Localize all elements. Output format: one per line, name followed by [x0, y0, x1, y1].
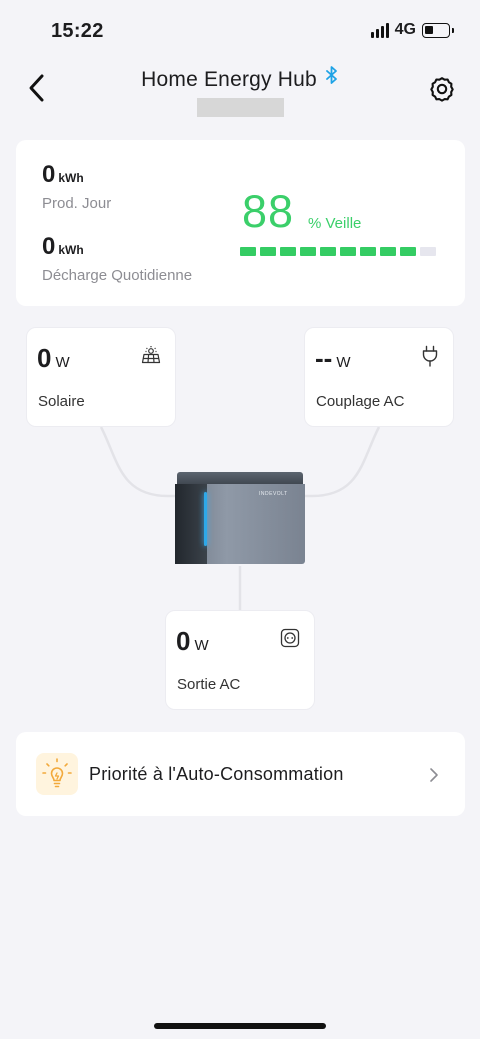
battery-level-segment [300, 247, 316, 256]
ac-coupling-card[interactable]: -- W Couplage AC [304, 327, 454, 427]
solar-label: Solaire [38, 393, 85, 410]
daily-discharge: 0 kWh [42, 233, 84, 261]
status-indicators: 4G [370, 21, 454, 39]
battery-level-segment [380, 247, 396, 256]
battery-level-segment [260, 247, 276, 256]
ac-output-power-unit: W [194, 637, 209, 654]
battery-level-segment [360, 247, 376, 256]
solar-panel-icon [141, 345, 161, 370]
plug-icon [421, 345, 439, 372]
daily-production-label: Prod. Jour [42, 195, 112, 212]
status-time: 15:22 [51, 20, 104, 42]
gear-icon[interactable] [428, 75, 456, 103]
device-brand-logo: INDEVOLT [259, 491, 288, 497]
lightbulb-icon [36, 753, 78, 795]
ac-output-card[interactable]: 0W Sortie AC [165, 610, 315, 710]
battery-level-segment [320, 247, 336, 256]
battery-unit-image: INDEVOLT [175, 472, 305, 566]
screen: 15:22 4G Home Energy Hub 0 kWh Prod. Jour… [0, 0, 480, 1039]
page-title: Home Energy Hub [141, 68, 317, 91]
battery-level-segment [340, 247, 356, 256]
battery-level-bar [240, 247, 436, 256]
chevron-right-icon [429, 767, 439, 788]
solar-power-value: 0 [37, 343, 52, 373]
solar-card[interactable]: 0W Solaire [26, 327, 176, 427]
ac-coupling-power: -- W [315, 343, 351, 374]
home-indicator[interactable] [154, 1023, 326, 1029]
daily-production-unit: kWh [58, 171, 84, 185]
outlet-icon [280, 628, 300, 653]
daily-discharge-unit: kWh [58, 243, 84, 257]
daily-production: 0 kWh [42, 161, 84, 189]
solar-power-unit: W [55, 354, 70, 371]
energy-summary-card: 0 kWh Prod. Jour 0 kWh Décharge Quotidienn… [16, 140, 465, 306]
ac-output-power: 0W [176, 626, 209, 657]
signal-icon [370, 22, 389, 38]
battery-level-label: % Veille [308, 215, 362, 232]
battery-level-segment [420, 247, 436, 256]
status-led [204, 492, 207, 546]
network-type: 4G [394, 21, 416, 38]
battery-level-segment [400, 247, 416, 256]
ac-coupling-power-value: -- [315, 343, 333, 373]
ac-coupling-label: Couplage AC [316, 393, 405, 410]
ac-output-power-value: 0 [176, 626, 191, 656]
daily-discharge-value: 0 [42, 233, 56, 260]
battery-level-value: 88 [242, 186, 295, 237]
work-mode-row[interactable]: Priorité à l'Auto-Consommation [16, 732, 465, 816]
battery-level-segment [280, 247, 296, 256]
ac-coupling-power-unit: W [336, 354, 351, 371]
battery-status-icon [422, 22, 454, 38]
solar-power: 0W [37, 343, 70, 374]
header-title-group: Home Energy Hub [0, 66, 480, 92]
device-serial-redacted [197, 98, 284, 117]
daily-production-value: 0 [42, 161, 56, 188]
battery-level-segment [240, 247, 256, 256]
work-mode-label: Priorité à l'Auto-Consommation [89, 764, 344, 784]
bluetooth-icon [325, 66, 339, 89]
daily-discharge-label: Décharge Quotidienne [42, 267, 193, 284]
ac-output-label: Sortie AC [177, 676, 241, 693]
